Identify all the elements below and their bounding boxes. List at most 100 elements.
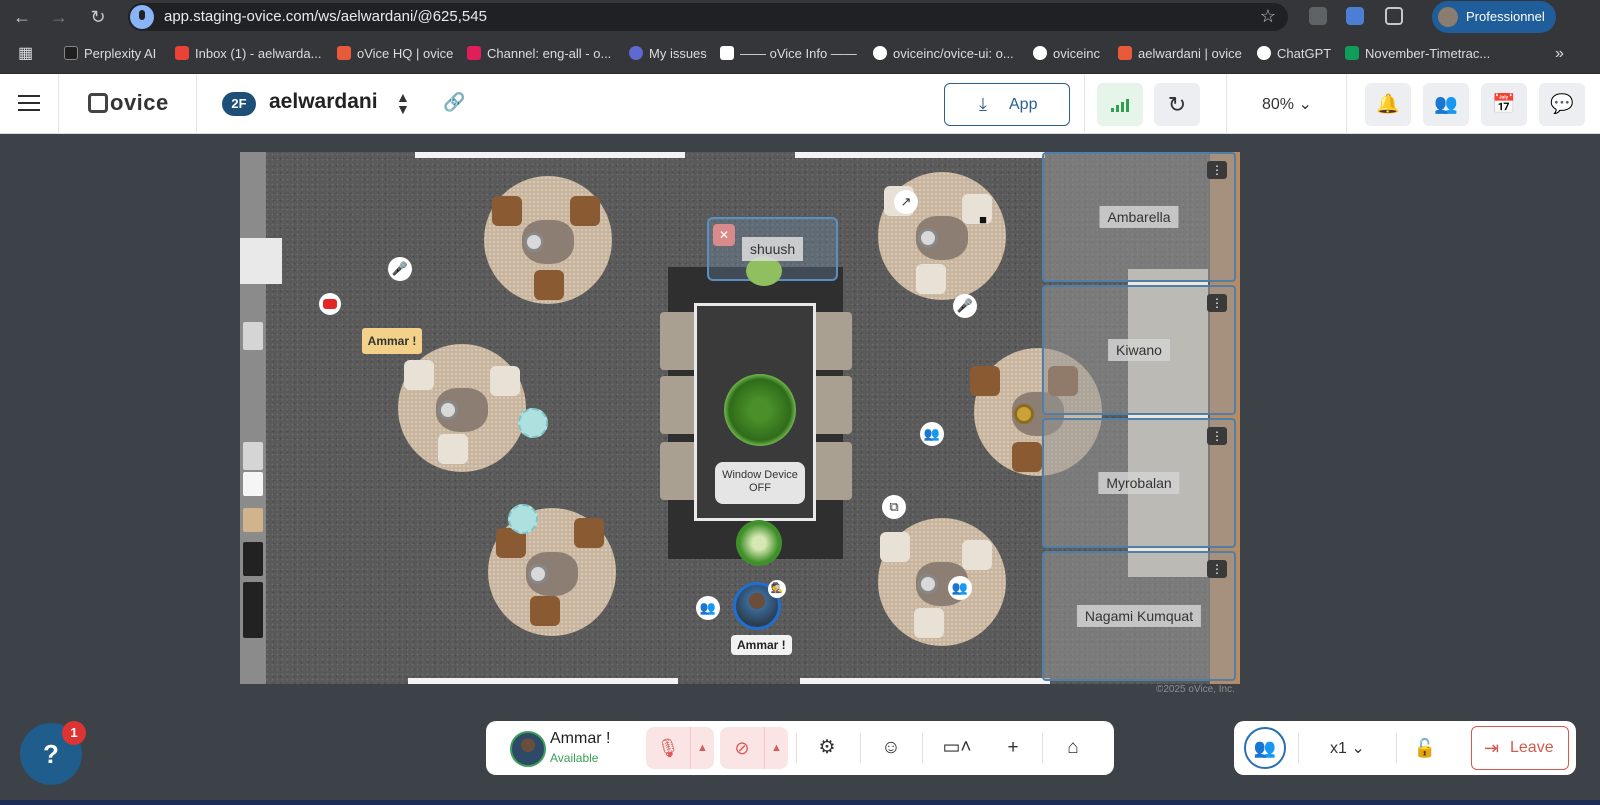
window-device-status[interactable]: Window Device OFF: [715, 462, 805, 504]
sit-chair-icon[interactable]: ⌂: [1052, 727, 1094, 769]
calendar-button[interactable]: 📅: [1481, 83, 1527, 126]
microphone-icon[interactable]: 🎤: [953, 294, 977, 318]
avatar[interactable]: [510, 731, 546, 767]
meeting-room-ambarella[interactable]: ⋮ Ambarella: [1042, 152, 1236, 282]
zoom-select[interactable]: 80% ⌄: [1262, 94, 1312, 114]
group-icon[interactable]: 👥: [696, 596, 720, 620]
chevron-up-icon[interactable]: ▲: [764, 727, 788, 769]
virtual-office-map[interactable]: Window Device OFF ✕ shuush 🎤 🎤 👥 ⧉ 👥 👥 ↗…: [240, 152, 1240, 684]
more-options-icon[interactable]: ⋮: [1207, 294, 1227, 312]
chat-icon: 💬: [1550, 94, 1574, 115]
chair: [490, 366, 520, 396]
bookmark-item[interactable]: Channel: eng-all - o...: [467, 45, 611, 63]
more-options-icon[interactable]: ⋮: [1207, 161, 1227, 179]
screen-share-icon[interactable]: ▭˄: [932, 727, 982, 769]
bookmark-item[interactable]: November-Timetrac...: [1345, 45, 1490, 63]
logo-mark-icon: [88, 93, 108, 113]
translate-icon[interactable]: [1346, 7, 1364, 25]
taskbar-edge: [0, 800, 1600, 805]
slack-icon: [467, 46, 481, 60]
chair: [574, 518, 604, 548]
external-link-icon[interactable]: ↗: [894, 190, 918, 214]
chair: [570, 196, 600, 226]
session-controls: 👥 x1 ⌄ 🔓 ⇥ Leave: [1234, 721, 1576, 775]
mic-station-icon[interactable]: [508, 504, 538, 534]
microphone-icon[interactable]: 🎤: [388, 257, 412, 281]
profile-button[interactable]: Professionnel: [1432, 1, 1556, 33]
apps-grid-icon[interactable]: ▦: [18, 45, 33, 63]
room-name: Myrobalan: [1098, 472, 1180, 494]
meeting-room-kiwano[interactable]: ⋮ Kiwano: [1042, 285, 1236, 415]
settings-icon[interactable]: ⚙: [806, 727, 848, 769]
group-view-icon[interactable]: 👥: [1244, 727, 1286, 769]
chair: [530, 596, 560, 626]
emoji-icon[interactable]: ☺: [870, 727, 912, 769]
app-header: ovice 2F aelwardani ▲ ▼ 🔗 ⤓ App ↻ 80% ⌄ 🔔…: [0, 74, 1600, 134]
user-chip[interactable]: Ammar !: [362, 328, 422, 354]
ovice-icon: [337, 46, 351, 60]
notification-badge: 1: [62, 721, 86, 745]
group-icon[interactable]: 👥: [948, 576, 972, 600]
url-text[interactable]: app.staging-ovice.com/ws/aelwardani/@625…: [164, 8, 487, 25]
meeting-room-nagami-kumquat[interactable]: ⋮ Nagami Kumquat: [1042, 551, 1236, 681]
members-button[interactable]: 👥: [1423, 83, 1469, 126]
camera-toggle[interactable]: ⊘ ▲: [720, 727, 788, 769]
forward-icon[interactable]: →: [47, 5, 71, 29]
refresh-icon[interactable]: ↻: [1154, 83, 1200, 126]
bookmark-item[interactable]: Perplexity AI: [64, 45, 156, 63]
extensions-puzzle-icon[interactable]: [1385, 7, 1403, 25]
leave-button[interactable]: ⇥ Leave: [1471, 726, 1569, 770]
extension-icon[interactable]: [1309, 7, 1327, 25]
embed-icon[interactable]: ⧉: [882, 495, 906, 519]
bookmark-item[interactable]: oviceinc: [1033, 45, 1100, 63]
download-app-button[interactable]: ⤓ App: [944, 83, 1070, 126]
chair: [810, 442, 852, 500]
bookmark-item[interactable]: My issues: [629, 45, 707, 63]
bookmark-item[interactable]: oviceinc/ovice-ui: o...: [873, 45, 1014, 63]
wall: [415, 152, 685, 158]
profile-avatar: [1438, 7, 1458, 27]
bookmark-star-icon[interactable]: ☆: [1260, 6, 1276, 27]
user-status[interactable]: Available: [550, 751, 598, 765]
notifications-button[interactable]: 🔔: [1365, 83, 1411, 126]
group-icon[interactable]: 👥: [920, 422, 944, 446]
bookmark-item[interactable]: —— oVice Info ——: [720, 45, 857, 63]
more-bookmarks-icon[interactable]: »: [1555, 45, 1564, 63]
bookmark-item[interactable]: Inbox (1) - aelwarda...: [175, 45, 321, 63]
unlock-icon[interactable]: 🔓: [1408, 729, 1442, 767]
chevron-up-icon[interactable]: ▲: [690, 727, 714, 769]
divider: [860, 733, 861, 763]
bookmark-item[interactable]: oVice HQ | ovice: [337, 45, 453, 63]
space-name[interactable]: aelwardani: [269, 90, 378, 114]
camera-off-icon: ⊘: [734, 738, 750, 758]
more-options-icon[interactable]: ⋮: [1207, 427, 1227, 445]
chevron-down-icon: ⌄: [1298, 96, 1312, 113]
youtube-icon[interactable]: [319, 293, 341, 315]
gmail-icon: [175, 46, 189, 60]
divider: [796, 733, 797, 763]
reload-page-icon[interactable]: ↻: [86, 5, 110, 29]
more-options-icon[interactable]: ⋮: [1207, 560, 1227, 578]
mic-icon[interactable]: [130, 5, 154, 29]
floor-badge[interactable]: 2F: [222, 92, 256, 116]
bookmark-item[interactable]: ChatGPT: [1257, 45, 1331, 63]
connection-status-button[interactable]: [1097, 83, 1143, 126]
bookmark-item[interactable]: aelwardani | ovice: [1118, 45, 1242, 63]
divider: [58, 74, 59, 134]
meeting-room-myrobalan[interactable]: ⋮ Myrobalan: [1042, 418, 1236, 548]
copy-link-icon[interactable]: 🔗: [443, 92, 465, 113]
room-name: Nagami Kumquat: [1076, 605, 1202, 627]
chair: [534, 270, 564, 300]
add-icon[interactable]: +: [992, 727, 1034, 769]
mic-station-icon[interactable]: [518, 408, 548, 438]
video-camera-icon[interactable]: ■: [971, 208, 995, 232]
chatgpt-icon: [1257, 46, 1271, 60]
user-name[interactable]: Ammar !: [550, 730, 610, 748]
switch-space-icon[interactable]: ▲ ▼: [396, 90, 410, 116]
menu-icon[interactable]: [18, 95, 40, 111]
mic-toggle[interactable]: 🎙 ▲: [646, 727, 714, 769]
address-bar[interactable]: app.staging-ovice.com/ws/aelwardani/@625…: [128, 3, 1288, 31]
chat-button[interactable]: 💬: [1539, 83, 1585, 126]
back-icon[interactable]: ←: [10, 5, 34, 29]
speed-select[interactable]: x1 ⌄: [1330, 738, 1365, 758]
